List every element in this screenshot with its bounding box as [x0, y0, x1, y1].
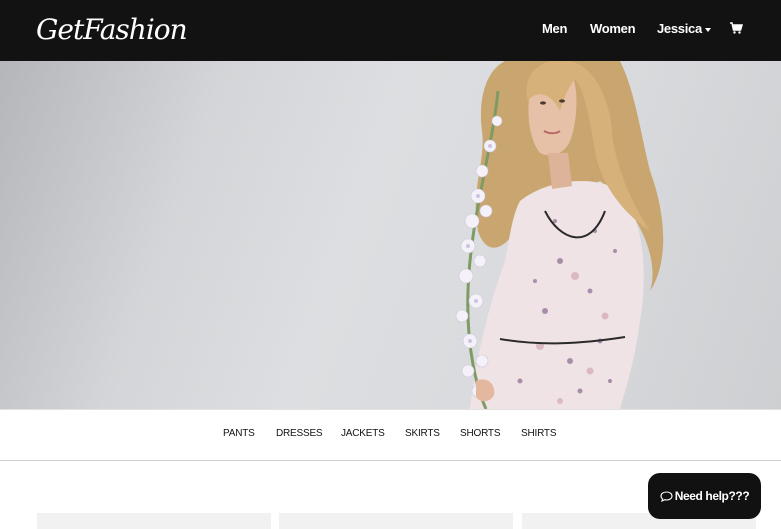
nav-link-women[interactable]: Women: [590, 20, 636, 38]
need-help-label: Need help???: [674, 489, 750, 503]
category-link-skirts[interactable]: SKIRTS: [405, 428, 440, 439]
shopping-cart-icon[interactable]: [729, 21, 743, 35]
caret-down-icon: [704, 27, 711, 32]
hero-image: [455, 61, 664, 409]
site-logo[interactable]: GetFashion: [36, 10, 188, 50]
category-link-jackets[interactable]: JACKETS: [341, 428, 385, 439]
category-link-pants[interactable]: PANTS: [223, 428, 255, 439]
hero-banner: [0, 61, 781, 409]
category-bar: PANTS DRESSES JACKETS SKIRTS SHORTS SHIR…: [0, 409, 781, 461]
top-navbar: GetFashion Men Women Jessica: [0, 0, 781, 61]
category-link-dresses[interactable]: DRESSES: [276, 428, 323, 439]
user-menu-dropdown[interactable]: Jessica: [657, 20, 711, 38]
category-link-shirts[interactable]: SHIRTS: [521, 428, 556, 439]
chat-bubble-icon: [660, 490, 673, 502]
product-card[interactable]: [37, 513, 271, 529]
need-help-button[interactable]: Need help???: [648, 473, 761, 519]
user-menu-label: Jessica: [657, 21, 702, 36]
category-link-shorts[interactable]: SHORTS: [460, 428, 500, 439]
product-card[interactable]: [279, 513, 513, 529]
nav-link-men[interactable]: Men: [542, 20, 567, 38]
